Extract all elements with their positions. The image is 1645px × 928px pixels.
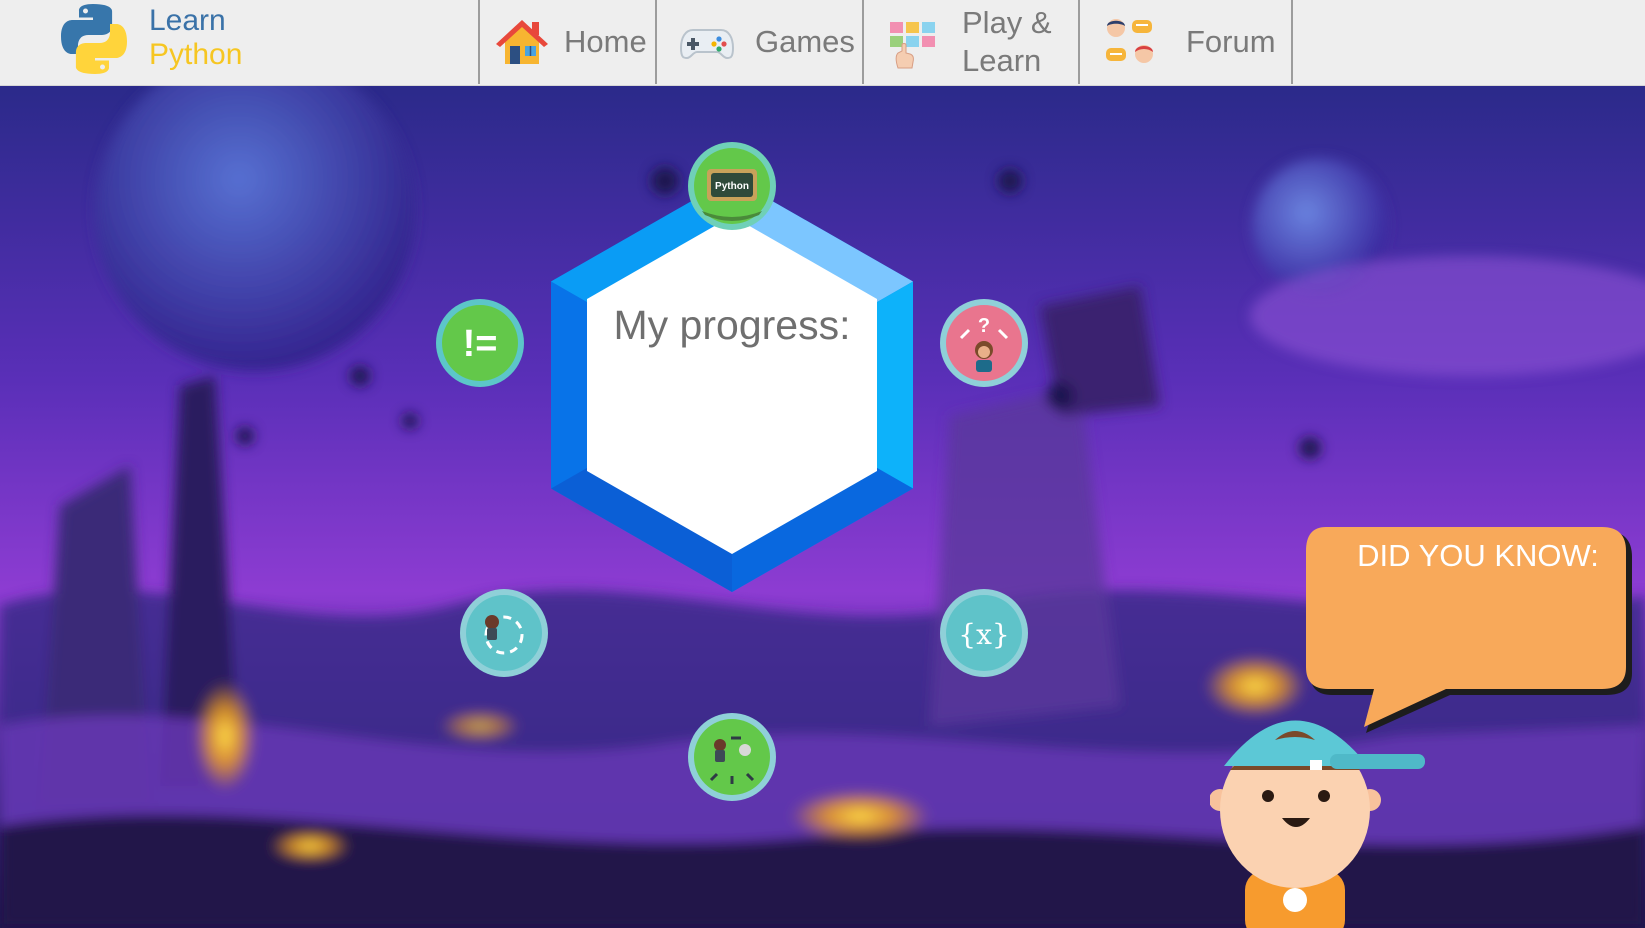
question-character-icon: ? [940,299,1028,387]
nav-games-label: Games [755,24,855,59]
top-navigation-bar: Learn Python Home Games Play & Learn For… [0,0,1645,86]
house-icon [496,20,548,64]
movement-arrows-icon [688,713,776,801]
conditions-badge-label: != [463,323,498,365]
loop-arrows-icon [460,589,548,677]
choices-badge-label: ? [978,315,990,337]
brand-line-python: Python [149,38,243,71]
python-intro-badge[interactable]: Python [687,141,777,231]
nav-forum[interactable]: Forum [1078,0,1293,84]
nav-play-label-line1: Play & [962,5,1052,40]
nav-games[interactable]: Games [655,0,864,84]
loops-badge[interactable] [459,588,549,678]
brand-line-learn: Learn [149,4,226,37]
abc-blocks-icon [890,22,935,69]
python-board-icon: Python [688,142,776,230]
did-you-know-title: DID YOU KNOW: [1357,538,1599,573]
gamepad-icon [679,29,735,60]
python-badge-label: Python [715,181,749,192]
conditions-badge[interactable]: != [435,298,525,388]
nav-play-and-learn[interactable]: Play & Learn [862,0,1080,84]
nav-forum-label: Forum [1186,24,1276,59]
variables-badge[interactable]: {x} [939,588,1029,678]
movement-badge[interactable] [687,712,777,802]
variables-badge-label: {x} [958,618,1009,651]
not-equal-icon: != [436,299,524,387]
choices-badge[interactable]: ? [939,298,1029,388]
nav-home[interactable]: Home [478,0,657,84]
progress-hexagon [551,178,913,592]
nav-home-label: Home [564,24,647,59]
nav-play-label: Play & Learn [962,4,1052,80]
variable-braces-icon: {x} [940,589,1028,677]
progress-title: My progress: [613,302,851,348]
kid-mascot-icon [1210,720,1425,928]
chat-people-icon [1106,19,1153,63]
nav-play-label-line2: Learn [962,43,1042,78]
python-logo-icon[interactable] [56,2,132,76]
brand-title[interactable]: Learn Python [149,4,242,72]
